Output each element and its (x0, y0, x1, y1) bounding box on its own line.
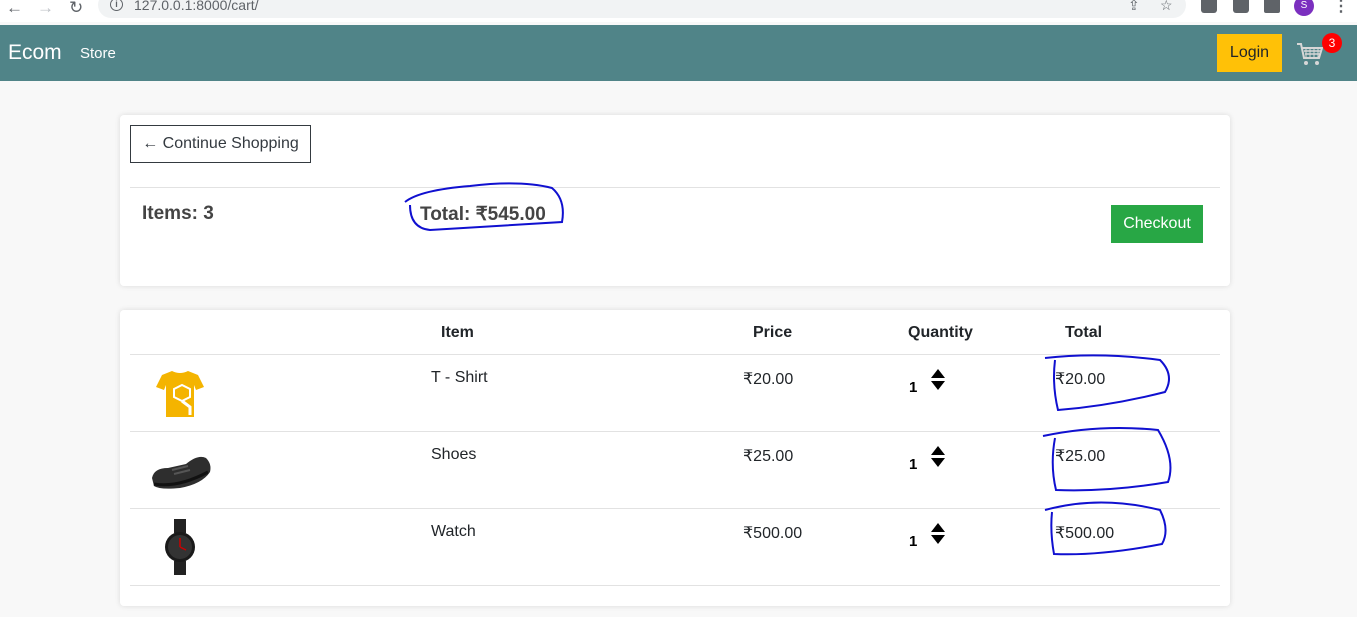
item-name: Watch (431, 523, 476, 540)
quantity-stepper (931, 523, 945, 544)
cart-count-badge: 3 (1322, 33, 1342, 53)
reload-icon[interactable]: ↻ (69, 0, 83, 18)
back-icon[interactable]: ← (6, 0, 23, 18)
item-price: ₹500.00 (743, 525, 803, 542)
menu-kebab-icon[interactable]: ⋮ (1333, 0, 1349, 16)
checkout-button[interactable]: Checkout (1111, 205, 1203, 243)
forward-icon[interactable]: → (37, 0, 54, 18)
item-quantity: 1 (909, 533, 918, 550)
cart-total: Total: ₹545.00 (420, 204, 546, 225)
extensions-puzzle-icon[interactable] (1264, 0, 1280, 13)
arrow-down-icon[interactable] (931, 535, 945, 544)
site-navbar: Ecom Store Login 3 (0, 25, 1357, 81)
cart-items-table: Item Price Quantity Total T - Shirt ₹20.… (120, 310, 1230, 606)
divider (130, 585, 1220, 586)
share-icon[interactable]: ⇪ (1128, 0, 1140, 14)
login-button[interactable]: Login (1217, 34, 1282, 72)
item-total: ₹500.00 (1055, 525, 1115, 542)
item-quantity: 1 (909, 379, 918, 396)
arrow-up-icon[interactable] (931, 369, 945, 378)
table-row: T - Shirt ₹20.00 1 ₹20.00 (130, 355, 1220, 432)
extension-download-icon[interactable] (1233, 0, 1249, 13)
watch-image (165, 519, 195, 575)
table-row: Watch ₹500.00 1 ₹500.00 (130, 509, 1220, 586)
shoes-image (152, 456, 211, 489)
tshirt-image (156, 371, 204, 417)
header-total: Total (1065, 324, 1103, 341)
item-price: ₹25.00 (743, 448, 794, 465)
item-name: T - Shirt (431, 369, 488, 386)
browser-toolbar: ← → ↻ i 127.0.0.1:8000/cart/ ⇪ ☆ S ⋮ (0, 0, 1357, 22)
item-name: Shoes (431, 446, 477, 463)
item-price: ₹20.00 (743, 371, 794, 388)
item-total: ₹20.00 (1055, 371, 1106, 388)
arrow-down-icon[interactable] (931, 458, 945, 467)
item-total: ₹25.00 (1055, 448, 1106, 465)
header-item: Item (441, 324, 474, 341)
divider (130, 187, 1220, 188)
store-link[interactable]: Store (80, 45, 116, 62)
info-icon[interactable]: i (110, 0, 123, 11)
continue-shopping-button[interactable]: ← Continue Shopping (130, 125, 311, 163)
table-row: Shoes ₹25.00 1 ₹25.00 (130, 432, 1220, 509)
quantity-stepper (931, 369, 945, 390)
star-icon[interactable]: ☆ (1160, 0, 1173, 14)
header-price: Price (753, 324, 793, 341)
arrow-up-icon[interactable] (931, 446, 945, 455)
items-count: Items: 3 (142, 203, 214, 224)
item-quantity: 1 (909, 456, 918, 473)
cart-summary-box: ← Continue Shopping Items: 3 Total: ₹545… (120, 115, 1230, 286)
arrow-up-icon[interactable] (931, 523, 945, 532)
profile-avatar[interactable]: S (1294, 0, 1314, 16)
brand-logo[interactable]: Ecom (8, 41, 62, 65)
address-bar[interactable]: i 127.0.0.1:8000/cart/ ⇪ ☆ (98, 0, 1186, 18)
address-url[interactable]: 127.0.0.1:8000/cart/ (134, 0, 259, 13)
arrow-down-icon[interactable] (931, 381, 945, 390)
cart-icon[interactable] (1296, 41, 1324, 67)
quantity-stepper (931, 446, 945, 467)
header-quantity: Quantity (908, 324, 973, 341)
extension-skype-icon[interactable] (1201, 0, 1217, 13)
